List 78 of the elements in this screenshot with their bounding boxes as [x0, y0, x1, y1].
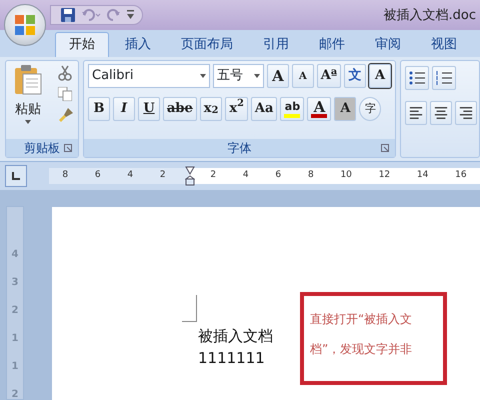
dialog-launcher-icon[interactable] [64, 144, 72, 152]
character-shading-button[interactable]: A [334, 97, 356, 121]
clear-format-button[interactable]: Aª [316, 64, 341, 88]
ruler-number: 1 [12, 332, 18, 346]
group-label: 字体 [228, 141, 252, 155]
ruler-number: 6 [275, 169, 282, 182]
dropdown-caret-icon [200, 74, 206, 78]
tab-stop-selector[interactable] [5, 165, 27, 187]
ruler-number: 10 [340, 169, 352, 182]
ruler-number: 1 [12, 360, 18, 374]
ruler-number: 2 [210, 169, 216, 182]
align-left-button[interactable] [405, 101, 427, 125]
group-label: 剪贴板 [24, 141, 60, 155]
scissors-icon[interactable] [58, 65, 72, 81]
ribbon-tab[interactable]: 开始 [55, 32, 109, 57]
indent-marker-icon[interactable] [185, 166, 195, 186]
ruler-number: 2 [12, 388, 18, 400]
margin-corner-mark [182, 295, 197, 322]
paste-button[interactable]: 粘贴 [10, 64, 46, 124]
caret-icon [25, 120, 31, 124]
strikethrough-button[interactable]: abe [163, 97, 197, 121]
ruler-number: 3 [12, 276, 18, 290]
customize-caret-icon[interactable] [127, 10, 134, 20]
callout-text: 直接打开“被插入文 [310, 311, 414, 328]
office-button[interactable] [4, 4, 46, 46]
ruler-number: 8 [308, 169, 314, 182]
ruler-number: 6 [94, 169, 101, 182]
ribbon-tab[interactable]: 审阅 [361, 32, 415, 57]
ribbon-tab[interactable]: 插入 [111, 32, 165, 57]
ruler-number: 8 [62, 169, 68, 182]
ribbon-tab[interactable]: 页面布局 [167, 32, 247, 57]
text-line: 1111111 [198, 348, 266, 369]
numbering-button[interactable] [432, 66, 456, 90]
ruler-number: 4 [12, 248, 18, 262]
font-name-field[interactable]: Calibri [88, 64, 210, 88]
character-border-button[interactable]: A [369, 64, 391, 88]
ruler-number: 14 [416, 169, 428, 182]
bold-button[interactable]: B [88, 97, 110, 121]
clipboard-icon [14, 64, 42, 96]
ruler-number: 4 [242, 169, 249, 182]
ruler-number: 2 [160, 169, 166, 182]
ruler-number: 12 [378, 169, 390, 182]
enclose-character-button[interactable]: 字 [359, 97, 382, 121]
dropdown-caret-icon [254, 74, 260, 78]
change-case-button[interactable]: Aa [250, 97, 278, 121]
copy-icon[interactable] [58, 87, 72, 101]
align-right-button[interactable] [455, 101, 477, 125]
align-lines-icon [409, 105, 423, 121]
underline-button[interactable]: U [138, 97, 160, 121]
italic-button[interactable]: I [113, 97, 135, 121]
numbered-list-icon [436, 70, 452, 86]
bullets-button[interactable] [405, 66, 429, 90]
four-square-logo-icon [14, 14, 36, 36]
font-size-field[interactable]: 五号 [212, 64, 264, 88]
bullet-list-icon [409, 70, 425, 86]
save-icon[interactable] [61, 8, 75, 22]
subscript-button[interactable]: x$_{2}$ [200, 97, 222, 121]
ribbon-tab[interactable]: 邮件 [305, 32, 359, 57]
phonetic-guide-button[interactable]: 文 [344, 64, 366, 88]
shrink-font-button[interactable]: A [292, 64, 314, 88]
center-button[interactable] [430, 101, 452, 125]
ribbon-tab[interactable]: 引用 [249, 32, 303, 57]
window-title: 被插入文档.doc [384, 7, 476, 25]
font-color-button[interactable]: A [307, 97, 332, 121]
ruler-number: 16 [455, 169, 467, 182]
callout-text: 档”，发现文字并非 [310, 341, 414, 358]
highlight-button[interactable]: ab [280, 97, 304, 121]
align-lines-icon [459, 105, 473, 121]
align-lines-icon [434, 105, 448, 121]
brush-icon[interactable] [58, 107, 74, 123]
text-line: 被插入文档 [198, 326, 273, 347]
superscript-button[interactable]: x$^{2}$ [225, 97, 248, 121]
ruler-number: 4 [127, 169, 134, 182]
dialog-launcher-icon[interactable] [381, 144, 389, 152]
ruler-number: 2 [12, 304, 18, 318]
grow-font-button[interactable]: A [266, 64, 289, 88]
tab-stop-icon [12, 172, 20, 180]
ribbon-tab[interactable]: 视图 [417, 32, 471, 57]
